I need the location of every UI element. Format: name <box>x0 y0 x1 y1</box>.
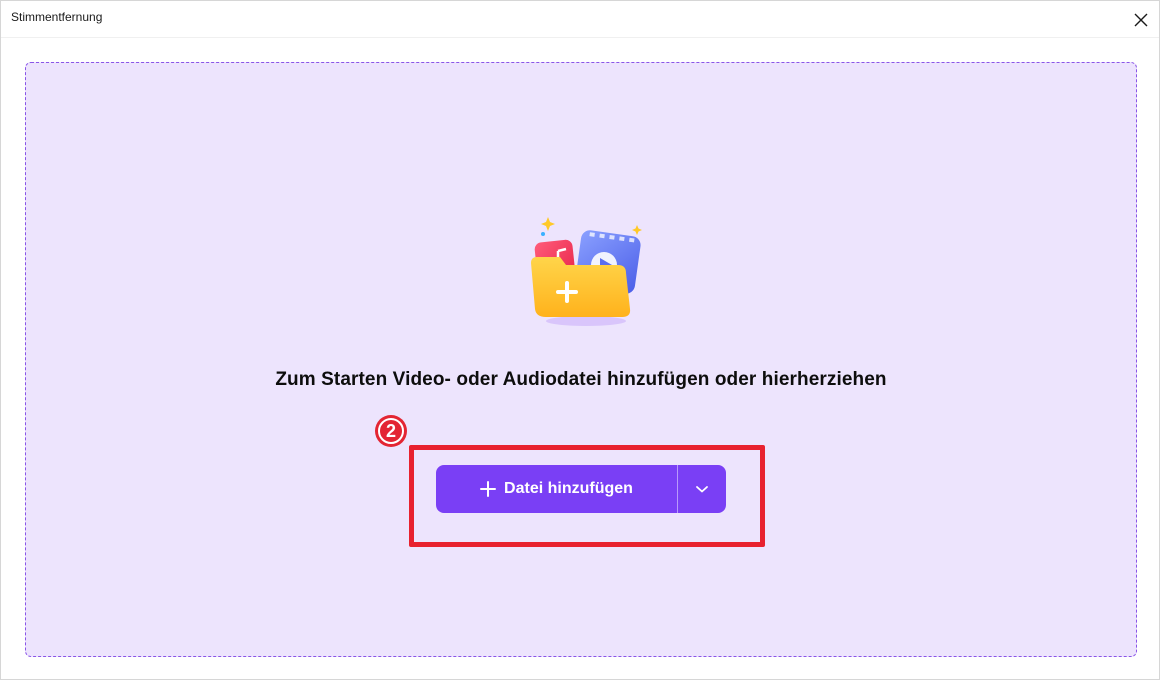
plus-icon <box>480 481 497 497</box>
add-file-button-group: Datei hinzufügen <box>436 465 726 513</box>
window-title: Stimmentfernung <box>11 10 103 24</box>
close-icon <box>1134 13 1148 27</box>
add-options-dropdown-button[interactable] <box>678 465 726 513</box>
close-button[interactable] <box>1129 9 1153 31</box>
drop-hint-text: Zum Starten Video- oder Audiodatei hinzu… <box>275 369 887 390</box>
dialog-window: Stimmentfernung Zum Starten Video- oder … <box>0 0 1160 680</box>
add-file-button-label: Datei hinzufügen <box>504 480 633 497</box>
media-folder-icon <box>531 217 642 326</box>
step-number: 2 <box>378 418 404 444</box>
step-number-badge: 2 <box>375 415 407 447</box>
file-drop-zone[interactable]: Zum Starten Video- oder Audiodatei hinzu… <box>25 62 1137 657</box>
add-file-button[interactable]: Datei hinzufügen <box>436 465 677 513</box>
chevron-down-icon <box>696 486 708 493</box>
title-bar: Stimmentfernung <box>1 1 1159 38</box>
